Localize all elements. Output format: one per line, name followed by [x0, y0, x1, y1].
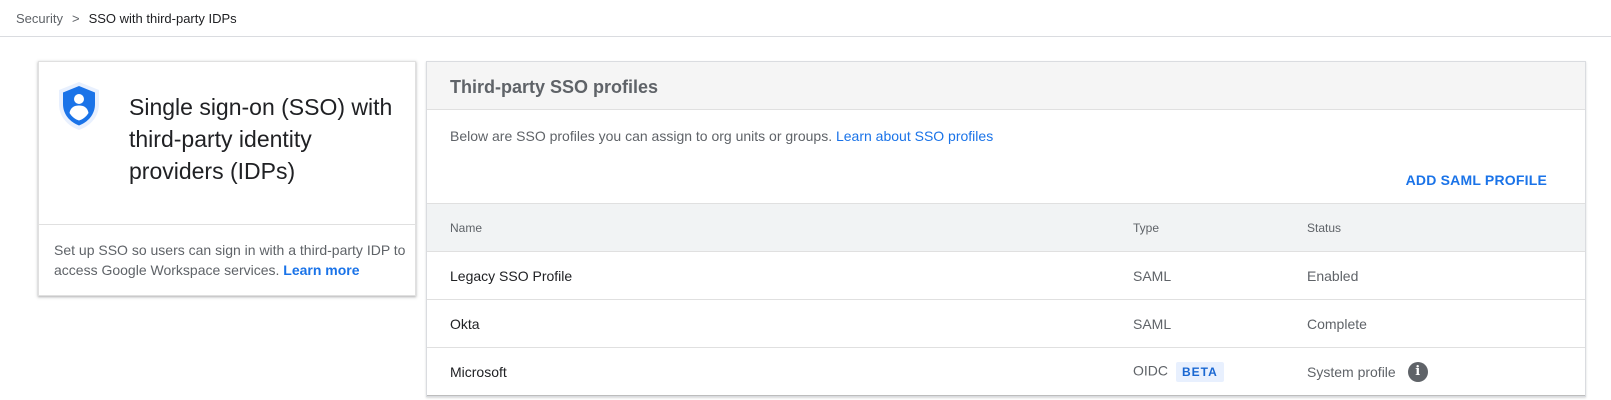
info-icon[interactable]: i — [1407, 361, 1428, 382]
sso-profiles-intro-text: Below are SSO profiles you can assign to… — [450, 128, 833, 144]
learn-about-sso-profiles-link[interactable]: Learn about SSO profiles — [836, 128, 993, 144]
profile-type: SAML — [1133, 315, 1172, 332]
column-header-status[interactable]: Status — [1307, 221, 1341, 235]
profile-name: Okta — [450, 315, 480, 332]
sso-profiles-title: Third-party SSO profiles — [450, 77, 659, 97]
profile-type-cell: OIDC BETA — [1133, 361, 1224, 382]
sso-info-card-header: Single sign-on (SSO) with third-party id… — [39, 62, 415, 225]
top-bar: Security > SSO with third-party IDPs — [0, 0, 1611, 37]
add-saml-profile-button[interactable]: ADD SAML PROFILE — [1406, 172, 1547, 188]
sso-profiles-intro: Below are SSO profiles you can assign to… — [450, 128, 993, 144]
table-row[interactable]: Legacy SSO Profile SAML Enabled — [427, 252, 1585, 300]
shield-user-icon — [55, 80, 103, 132]
breadcrumb-current: SSO with third-party IDPs — [88, 11, 237, 26]
sso-profiles-table: Name Type Status Legacy SSO Profile SAML… — [427, 203, 1585, 396]
sso-info-card: Single sign-on (SSO) with third-party id… — [38, 61, 416, 296]
profile-status: Enabled — [1307, 267, 1359, 284]
table-row[interactable]: Microsoft OIDC BETA System profile i — [427, 348, 1585, 396]
sso-info-description: Set up SSO so users can sign in with a t… — [54, 240, 409, 280]
breadcrumb: Security > SSO with third-party IDPs — [16, 11, 237, 27]
breadcrumb-security-link[interactable]: Security — [16, 11, 63, 27]
beta-badge: BETA — [1176, 361, 1224, 382]
profile-name: Microsoft — [450, 363, 507, 380]
column-header-name[interactable]: Name — [450, 221, 482, 235]
chevron-right-icon: > — [71, 11, 80, 26]
sso-profiles-header: Third-party SSO profiles — [427, 62, 1585, 110]
profile-type: SAML — [1133, 267, 1172, 284]
profile-status: Complete — [1307, 315, 1367, 332]
profile-status: System profile — [1307, 363, 1396, 380]
sso-info-title: Single sign-on (SSO) with third-party id… — [129, 94, 393, 184]
table-row[interactable]: Okta SAML Complete — [427, 300, 1585, 348]
profile-status-cell: System profile i — [1307, 361, 1428, 382]
profile-name: Legacy SSO Profile — [450, 267, 573, 284]
table-header-row: Name Type Status — [427, 203, 1585, 252]
learn-more-link[interactable]: Learn more — [283, 262, 359, 278]
profile-type: OIDC — [1133, 362, 1168, 379]
column-header-type[interactable]: Type — [1133, 221, 1159, 235]
sso-profiles-card: Third-party SSO profiles Below are SSO p… — [426, 61, 1586, 397]
